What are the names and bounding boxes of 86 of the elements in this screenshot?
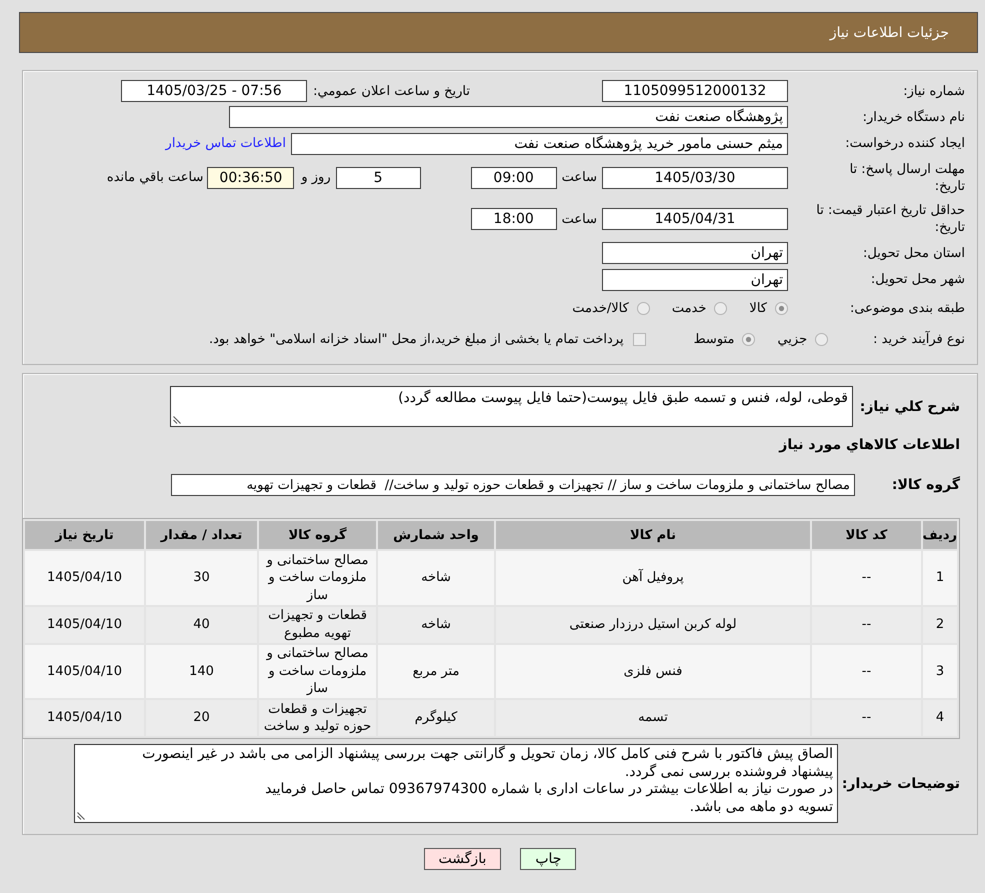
field-label: توضیحات خریدار: (842, 776, 960, 792)
table-cell: فنس فلزی (496, 644, 810, 698)
radio-button[interactable] (636, 302, 650, 315)
field-label: ساعت باقي مانده (106, 170, 204, 185)
field-label: ساعت (562, 170, 597, 185)
column-header: تعداد / مقدار (146, 521, 257, 549)
radio-label: متوسط (694, 332, 734, 347)
buyer-notes-field[interactable]: الصاق پیش فاکتور با شرح فنی کامل کالا، زمان تحویل و گارانتی جهت بررسی پیشنهاد الزامی می باشد در غیر اینصورت پیشنهاد فروشنده بررسی نمی گردد. در صورت نیاز به اطلاعات بیشتر در ساعات اداری با شماره 09367974300 تماس حاصل فرمایید تسویه دو ماهه می باشد. (74, 744, 838, 823)
table-cell: -- (812, 606, 921, 642)
table-cell: -- (812, 551, 921, 604)
section-title: اطلاعات کالاهاي مورد نیاز (779, 437, 960, 453)
checkbox[interactable] (632, 333, 646, 346)
buyer-org-field[interactable]: پژوهشگاه صنعت نفت (229, 106, 788, 128)
requester-field[interactable]: میثم حسنی مامور خرید پژوهشگاه صنعت نفت (291, 132, 788, 154)
column-header: واحد شمارش (378, 521, 494, 549)
print-button[interactable]: چاپ (520, 848, 576, 870)
table-cell: متر مربع (378, 644, 494, 698)
table-cell: 1405/04/10 (25, 700, 144, 736)
table-cell: پروفیل آهن (496, 551, 810, 604)
column-header: گروه کالا (259, 521, 376, 549)
table-cell: -- (812, 644, 921, 698)
table-cell: 1 (923, 551, 957, 604)
table-cell: 140 (146, 644, 257, 698)
table-cell: قطعات و تجهیزات تهویه مطبوع (259, 606, 376, 642)
field-label: گروه کالا: (892, 477, 960, 493)
table-cell: تسمه (496, 700, 810, 736)
field-label: شماره نیاز: (903, 82, 965, 100)
table-cell: 1405/04/10 (25, 551, 144, 604)
field-label: نام دستگاه خریدار: (862, 108, 965, 126)
city-field[interactable]: تهران (602, 268, 788, 290)
radio-label: کالا/خدمت (572, 301, 629, 316)
radio-button[interactable] (775, 302, 788, 315)
table-cell: 3 (923, 644, 957, 698)
resize-grip-icon[interactable] (173, 416, 181, 424)
days-field[interactable]: 5 (336, 166, 421, 188)
radio-button[interactable] (742, 333, 756, 346)
remaining-time-field[interactable]: 00:36:50 (207, 166, 294, 188)
table-cell: 20 (146, 700, 257, 736)
contact-link[interactable]: اطلاعات تماس خریدار (166, 136, 286, 151)
field-label: روز و (301, 170, 331, 185)
table-cell: 40 (146, 606, 257, 642)
column-header: ردیف (923, 521, 957, 549)
field-label: تاریخ و ساعت اعلان عمومي: (313, 84, 470, 98)
field-label: ایجاد کننده درخواست: (845, 135, 965, 152)
column-header: تاریخ نیاز (25, 521, 144, 549)
table-cell: تجهیزات و قطعات حوزه تولید و ساخت (259, 700, 376, 736)
radio-label: کالا (749, 301, 767, 316)
date-field[interactable]: 1405/03/30 (602, 166, 788, 188)
time-field[interactable]: 18:00 (470, 208, 557, 230)
checkbox-label: پرداخت تمام یا بخشی از مبلغ خرید،از محل "اسناد خزانه اسلامی" خواهد بود. (209, 332, 624, 347)
table-cell: 30 (146, 551, 257, 604)
column-header: کد کالا (812, 521, 921, 549)
field-label: طبقه بندی موضوعی: (850, 300, 965, 317)
table-cell: 1405/04/10 (25, 606, 144, 642)
field-label: شهر محل تحویل: (870, 271, 965, 288)
field-label: حداقل تاریخ اعتبار قیمت: تا تاریخ: (815, 202, 965, 236)
product-group-field[interactable]: مصالح ساختمانی و ملزومات ساخت و ساز // تجهیزات و قطعات حوزه تولید و ساخت// قطعات و تجهیزات تهویه (171, 474, 855, 496)
table-cell: 1405/04/10 (25, 644, 144, 698)
table-cell: 4 (923, 700, 957, 736)
time-field[interactable]: 09:00 (470, 166, 557, 188)
date-field[interactable]: 1405/04/31 (602, 208, 788, 230)
table-cell: 2 (923, 606, 957, 642)
field-label: ساعت (562, 212, 597, 226)
field-label: مهلت ارسال پاسخ: تا تاریخ: (848, 160, 965, 194)
back-button[interactable]: بازگشت (424, 848, 502, 870)
table-cell: شاخه (378, 551, 494, 604)
radio-button[interactable] (815, 333, 828, 346)
table-cell: لوله کربن استیل درزدار صنعتی (496, 606, 810, 642)
description-field[interactable]: قوطی، لوله، فنس و تسمه طبق فایل پیوست(حتما فایل پیوست مطالعه گردد) (170, 386, 853, 427)
field-label: نوع فرآیند خرید : (873, 332, 965, 347)
table-cell: مصالح ساختمانی و ملزومات ساخت و ساز (259, 551, 376, 604)
table-cell: -- (812, 700, 921, 736)
field-label: شرح کلي نیاز: (860, 398, 960, 414)
field-label: استان محل تحویل: (863, 244, 965, 262)
column-header: نام کالا (496, 521, 810, 549)
radio-button[interactable] (714, 302, 728, 315)
need-number-field[interactable]: 1105099512000132 (602, 80, 788, 102)
table-cell: شاخه (378, 606, 494, 642)
radio-label: جزيي (777, 332, 808, 347)
radio-label: خدمت (672, 301, 706, 316)
resize-grip-icon[interactable] (77, 812, 85, 820)
province-field[interactable]: تهران (602, 242, 788, 264)
table-cell: مصالح ساختمانی و ملزومات ساخت و ساز (259, 644, 376, 698)
announcement-date-field[interactable]: 1405/03/25 - 07:56 (121, 80, 308, 102)
table-cell: کیلوگرم (378, 700, 494, 736)
page-title: جزئیات اطلاعات نیاز (830, 24, 949, 40)
